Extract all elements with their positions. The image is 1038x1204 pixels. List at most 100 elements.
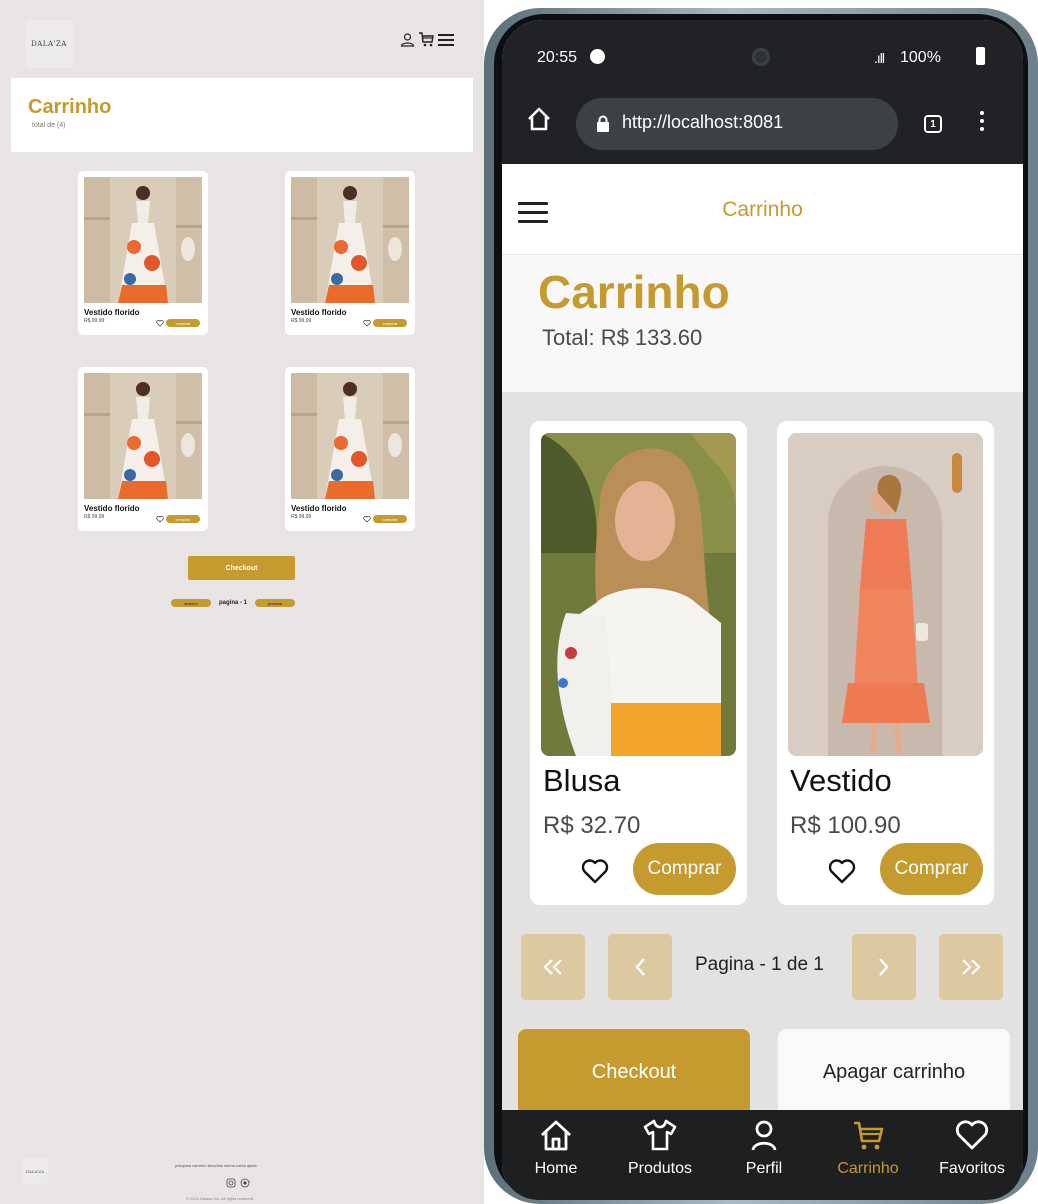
- dress-photo: [291, 373, 409, 499]
- product-name: Vestido florido: [291, 504, 347, 513]
- tab-favoritos[interactable]: Favoritos: [920, 1118, 1023, 1198]
- tab-label: Carrinho: [837, 1160, 899, 1177]
- buy-button[interactable]: comprar: [166, 515, 200, 523]
- next-page-button[interactable]: [852, 934, 916, 1000]
- product-name: Vestido: [790, 763, 892, 798]
- cart-count: total de (4): [32, 122, 66, 129]
- first-page-button[interactable]: [521, 934, 585, 1000]
- checkout-button[interactable]: Checkout: [518, 1029, 750, 1115]
- page-title: Carrinho: [28, 96, 112, 118]
- tab-perfil[interactable]: Perfil: [712, 1118, 816, 1198]
- tab-produtos[interactable]: Produtos: [608, 1118, 712, 1198]
- tab-label: Perfil: [745, 1160, 783, 1177]
- product-image: [84, 177, 202, 303]
- favorite-heart-icon[interactable]: [363, 319, 371, 327]
- page-indicator: Pagina - 1 de 1: [695, 954, 824, 975]
- tab-label: Favoritos: [939, 1160, 1005, 1177]
- footer-links[interactable]: pesquisa carrinho favoritos minha conta …: [175, 1163, 257, 1168]
- tab-label: Produtos: [627, 1160, 693, 1177]
- product-price: R$ 99,99: [291, 514, 312, 520]
- clear-cart-button[interactable]: Apagar carrinho: [778, 1029, 1010, 1115]
- product-card[interactable]: Vestido florido R$ 99,99 comprar: [285, 171, 415, 335]
- page-title: Carrinho: [538, 266, 730, 318]
- tab-home[interactable]: Home: [504, 1118, 608, 1198]
- app-bar: Carrinho: [502, 164, 1023, 255]
- copyright: © 2024 Dalaza Inc. All rights reserved.: [186, 1196, 255, 1201]
- status-bar: 20:55 .ıll 100%: [502, 20, 1023, 84]
- double-chevron-left-icon: [543, 959, 562, 975]
- pagination: anterior pagina - 1 proxima: [171, 598, 296, 608]
- checkout-button[interactable]: Checkout: [188, 556, 295, 580]
- page-indicator: pagina - 1: [219, 600, 248, 606]
- blouse-photo: [541, 433, 736, 756]
- url-text: http://localhost:8081: [622, 112, 784, 132]
- logo-text: DALA'ZA: [31, 40, 67, 48]
- product-image: [291, 177, 409, 303]
- menu-icon[interactable]: [438, 33, 454, 47]
- cart-icon: [854, 1121, 884, 1150]
- product-card[interactable]: Vestido florido R$ 99,99 comprar: [78, 171, 208, 335]
- favorite-heart-icon[interactable]: [156, 319, 164, 327]
- footer-logo[interactable]: DALA'ZA: [22, 1158, 48, 1184]
- battery-icon: [976, 47, 985, 65]
- chevron-right-icon: [879, 958, 889, 976]
- product-card[interactable]: Vestido R$ 100.90 Comprar: [777, 421, 994, 905]
- phone-screen: 20:55 .ıll 100% http://localhost:8081 1 …: [502, 20, 1023, 1200]
- heart-icon: [955, 1120, 989, 1150]
- signal-icon: .ıll: [874, 50, 885, 66]
- product-name: Vestido florido: [84, 308, 140, 317]
- favorite-heart-icon[interactable]: [363, 515, 371, 523]
- cart-icon[interactable]: [418, 32, 435, 47]
- brand-logo[interactable]: DALA'ZA: [25, 20, 73, 68]
- spotify-icon: [590, 49, 605, 64]
- dress-photo: [84, 177, 202, 303]
- dress-photo: [788, 433, 983, 756]
- product-card[interactable]: Vestido florido R$ 99,99 comprar: [285, 367, 415, 531]
- home-icon[interactable]: [526, 106, 552, 132]
- tab-label: Home: [534, 1160, 578, 1177]
- dress-photo: [84, 373, 202, 499]
- product-image: [788, 433, 983, 756]
- dress-photo: [291, 177, 409, 303]
- cart-header: Carrinho Total: R$ 133.60: [502, 255, 1023, 392]
- buy-button[interactable]: Comprar: [880, 843, 983, 895]
- shirt-icon: [643, 1119, 677, 1151]
- product-card[interactable]: Vestido florido R$ 99,99 comprar: [78, 367, 208, 531]
- buy-button[interactable]: comprar: [166, 319, 200, 327]
- user-icon: [751, 1120, 777, 1151]
- footer-social: [226, 1178, 250, 1188]
- home-icon: [541, 1120, 571, 1151]
- phone-frame: 20:55 .ıll 100% http://localhost:8081 1 …: [484, 8, 1038, 1204]
- product-price: R$ 99,99: [291, 318, 312, 324]
- last-page-button[interactable]: [939, 934, 1003, 1000]
- product-image: [84, 373, 202, 499]
- buy-button[interactable]: comprar: [373, 319, 407, 327]
- favorite-heart-icon[interactable]: [581, 858, 609, 884]
- buy-button[interactable]: comprar: [373, 515, 407, 523]
- next-page-button[interactable]: proxima: [255, 599, 296, 607]
- header-icons: [400, 32, 454, 47]
- tab-carrinho[interactable]: Carrinho: [816, 1118, 920, 1198]
- battery-percent: 100%: [900, 49, 941, 66]
- tab-switcher-button[interactable]: 1: [924, 115, 942, 133]
- product-name: Blusa: [543, 763, 621, 798]
- buy-button[interactable]: Comprar: [633, 843, 736, 895]
- favorite-heart-icon[interactable]: [828, 858, 856, 884]
- status-time: 20:55: [537, 49, 578, 66]
- address-bar[interactable]: http://localhost:8081: [576, 98, 898, 150]
- product-image: [541, 433, 736, 756]
- product-card[interactable]: Blusa R$ 32.70 Comprar: [530, 421, 747, 905]
- more-menu-icon[interactable]: [980, 111, 984, 135]
- instagram-icon[interactable]: [226, 1178, 236, 1188]
- favorite-heart-icon[interactable]: [156, 515, 164, 523]
- desktop-screen: DALA'ZA Carrinho total de (4) Vestido fl…: [0, 0, 484, 1204]
- browser-toolbar: http://localhost:8081 1: [502, 84, 1023, 164]
- product-price: R$ 99,99: [84, 514, 105, 520]
- prev-page-button[interactable]: anterior: [171, 599, 211, 607]
- whatsapp-icon[interactable]: [240, 1178, 250, 1188]
- product-name: Vestido florido: [291, 308, 347, 317]
- chevron-left-icon: [635, 958, 645, 976]
- prev-page-button[interactable]: [608, 934, 672, 1000]
- user-icon[interactable]: [400, 32, 415, 47]
- product-price: R$ 100.90: [790, 812, 901, 839]
